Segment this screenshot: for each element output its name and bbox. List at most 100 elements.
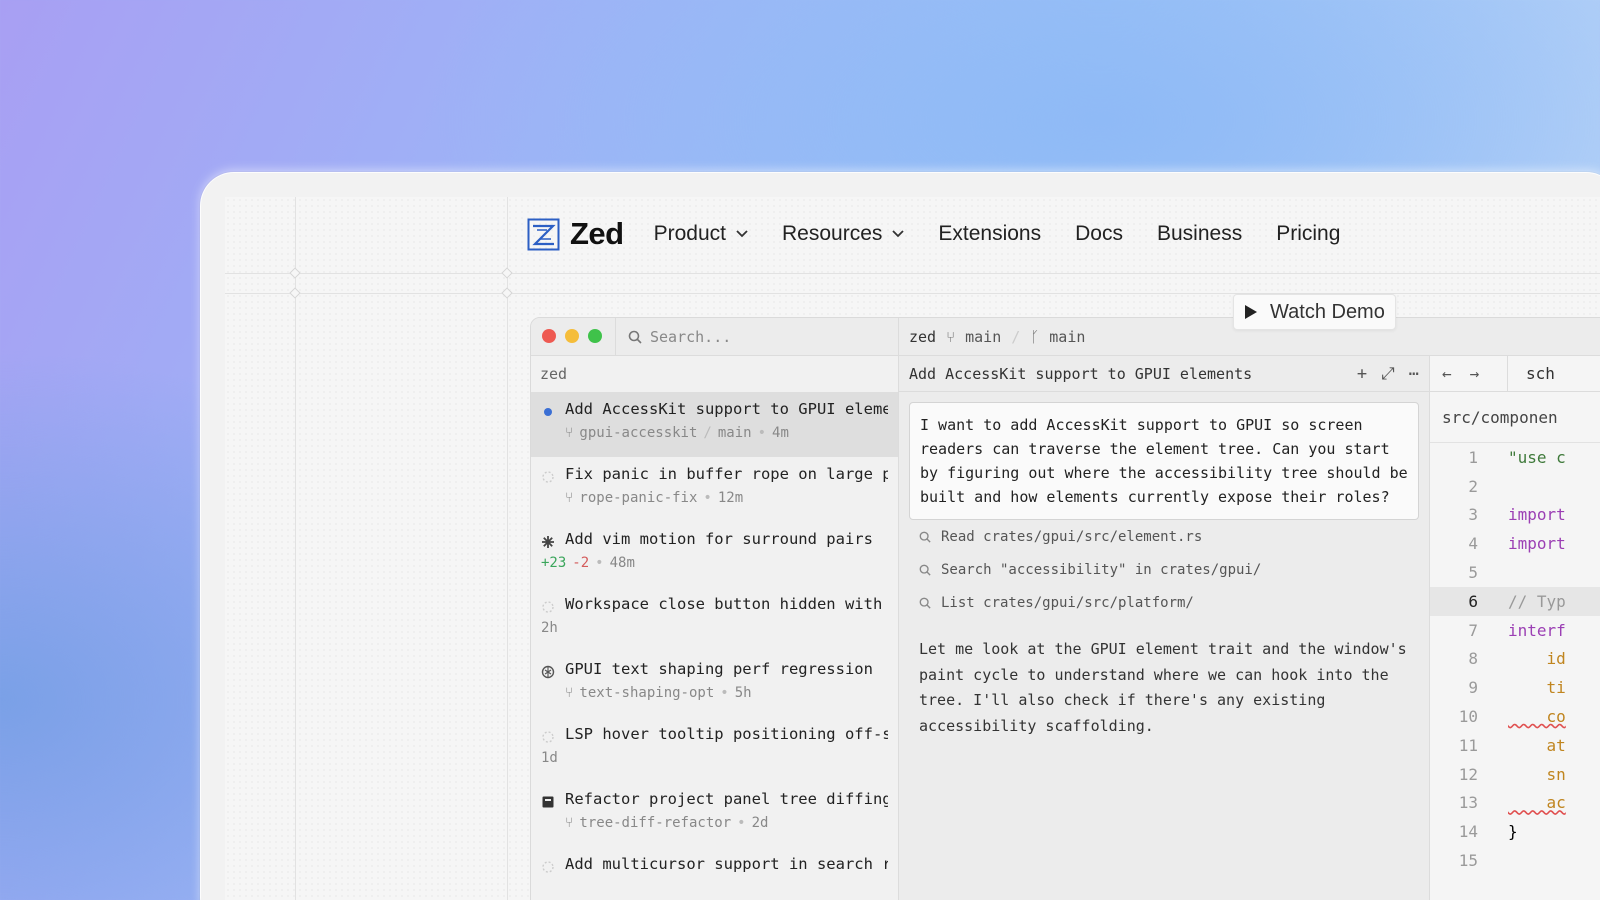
code-line[interactable]: 11 at: [1430, 731, 1600, 760]
tool-call-label: Read crates/gpui/src/element.rs: [941, 528, 1203, 545]
worktree-icon: ⑂: [565, 815, 574, 831]
branch-name[interactable]: main: [1049, 328, 1085, 346]
code-line[interactable]: 2: [1430, 472, 1600, 501]
code-lines: 1 "use c 2 3 import 4 import 5 6 // Typ 7 interf 8 i…: [1430, 443, 1600, 875]
thread-base: main: [717, 425, 752, 441]
thread-meta: ⑂ gpui-accesskit / main • 4m: [565, 425, 888, 441]
thread-item[interactable]: Workspace close button hidden with ... 2…: [531, 587, 898, 652]
worktree-name[interactable]: main: [965, 328, 1001, 346]
path-separator: /: [703, 425, 712, 441]
thread-title: Refactor project panel tree diffing: [565, 790, 888, 808]
sidebar-header: zed: [540, 365, 568, 383]
guide-diamond: [501, 267, 513, 279]
code-line[interactable]: 7 interf: [1430, 616, 1600, 645]
code-line[interactable]: 13 ac: [1430, 789, 1600, 818]
thread-meta: ⑂ text-shaping-opt • 5h: [565, 685, 888, 701]
watch-demo-button[interactable]: Watch Demo: [1233, 294, 1396, 330]
arrow-right-icon[interactable]: →: [1470, 364, 1480, 383]
idle-spinner-icon: [542, 471, 554, 483]
nav-product[interactable]: Product: [654, 222, 748, 246]
code-line[interactable]: 8 id: [1430, 645, 1600, 674]
watch-demo-label: Watch Demo: [1270, 300, 1385, 323]
thread-title: LSP hover tooltip positioning off-scr...: [565, 725, 888, 743]
thread-title: Add multicursor support in search re...: [565, 855, 888, 873]
project-name[interactable]: zed: [909, 328, 936, 346]
search-icon: [919, 531, 931, 543]
thread-meta: +23 -2 • 48m: [541, 555, 888, 571]
thread-time: 2d: [751, 815, 769, 831]
search-input[interactable]: Search...: [615, 318, 899, 356]
code-line[interactable]: 5: [1430, 558, 1600, 587]
file-path: src/componen: [1430, 392, 1600, 443]
code-text: at: [1508, 735, 1566, 755]
thread-item[interactable]: Add multicursor support in search re...: [531, 847, 898, 900]
plus-icon[interactable]: +: [1357, 364, 1367, 384]
thread-item[interactable]: LSP hover tooltip positioning off-scr...…: [531, 717, 898, 782]
expand-icon[interactable]: ⤢: [1381, 364, 1395, 384]
thread-item[interactable]: Fix panic in buffer rope on large paste …: [531, 457, 898, 522]
thread-time: 48m: [609, 555, 635, 571]
code-text: ti: [1508, 678, 1566, 698]
code-line[interactable]: 15: [1430, 846, 1600, 875]
minimize-window-button[interactable]: [565, 329, 579, 343]
thread-item[interactable]: Refactor project panel tree diffing ⑂ tr…: [531, 782, 898, 847]
zed-logo[interactable]: Zed: [527, 216, 624, 252]
nav-extensions[interactable]: Extensions: [938, 222, 1041, 246]
more-options-icon[interactable]: ⋯: [1409, 364, 1419, 384]
zoom-window-button[interactable]: [588, 329, 602, 343]
code-line[interactable]: 10 co: [1430, 702, 1600, 731]
tool-call[interactable]: Search "accessibility" in crates/gpui/: [919, 553, 1429, 586]
nav-resources-label: Resources: [782, 222, 883, 245]
agent-panel: Add AccessKit support to GPUI elements +…: [899, 356, 1430, 900]
meta-dot: •: [757, 425, 767, 441]
tool-call[interactable]: Read crates/gpui/src/element.rs: [919, 520, 1429, 553]
line-number: 5: [1468, 563, 1478, 583]
code-text: id: [1508, 649, 1566, 669]
thread-title: Add vim motion for surround pairs: [565, 530, 873, 548]
thread-time: 1d: [541, 750, 558, 766]
thread-item[interactable]: Add vim motion for surround pairs +23 -2…: [531, 522, 898, 587]
line-number: 6: [1468, 591, 1478, 611]
title-bar: Search... zed ⑂ main / ᚴ main: [531, 318, 1600, 356]
agent-thread-title: Add AccessKit support to GPUI elements: [909, 364, 1253, 383]
code-text: sn: [1508, 764, 1566, 784]
line-number: 11: [1458, 735, 1478, 755]
search-icon: [919, 564, 931, 576]
thread-item[interactable]: GPUI text shaping perf regression ⑂ text…: [531, 652, 898, 717]
editor-tab[interactable]: sch: [1508, 364, 1555, 383]
code-text: ac: [1508, 793, 1566, 813]
code-line[interactable]: 4 import: [1430, 529, 1600, 558]
lines-added: +23: [541, 555, 567, 571]
nav-resources[interactable]: Resources: [782, 222, 905, 246]
worktree-icon: ⑂: [565, 425, 574, 441]
code-line[interactable]: 6 // Typ: [1430, 586, 1600, 616]
breadcrumb-separator: /: [1011, 328, 1021, 346]
tool-call-label: Search "accessibility" in crates/gpui/: [941, 561, 1262, 578]
threads-sidebar: zed Add AccessKit support to GPUI eleme.…: [531, 356, 899, 900]
guide-diamond: [289, 267, 301, 279]
thread-time: 4m: [772, 425, 789, 441]
nav-business[interactable]: Business: [1157, 222, 1242, 246]
code-text: import: [1508, 505, 1566, 525]
thread-meta: ⑂ rope-panic-fix • 12m: [565, 490, 888, 506]
editor-tab-bar: ← → sch: [1430, 355, 1600, 392]
tool-call[interactable]: List crates/gpui/src/platform/: [919, 586, 1429, 619]
code-line[interactable]: 3 import: [1430, 501, 1600, 530]
arrow-left-icon[interactable]: ←: [1442, 364, 1452, 383]
code-line[interactable]: 9 ti: [1430, 673, 1600, 702]
chevron-down-icon: [736, 230, 748, 238]
nav-docs[interactable]: Docs: [1075, 222, 1123, 246]
nav-pricing[interactable]: Pricing: [1276, 222, 1340, 246]
code-line[interactable]: 14}: [1430, 817, 1600, 846]
thread-item[interactable]: Add AccessKit support to GPUI eleme... ⑂…: [531, 392, 898, 457]
code-line[interactable]: 12 sn: [1430, 760, 1600, 789]
zed-logo-icon: [527, 218, 560, 250]
close-window-button[interactable]: [542, 329, 556, 343]
meta-dot: •: [737, 815, 746, 831]
line-number: 15: [1458, 851, 1478, 871]
line-number: 13: [1458, 793, 1478, 813]
agent-actions: + ⤢ ⋯: [1357, 364, 1419, 384]
thread-branch: gpui-accesskit: [579, 425, 698, 441]
code-line[interactable]: 1 "use c: [1430, 443, 1600, 472]
running-spinner-icon: [542, 536, 554, 548]
